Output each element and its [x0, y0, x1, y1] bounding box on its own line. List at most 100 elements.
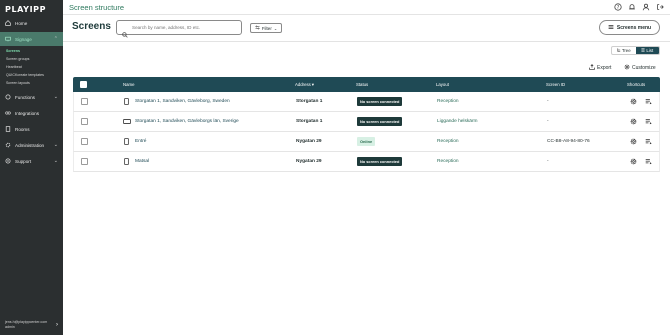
sidebar-item-label: Signage [15, 36, 32, 42]
row-checkbox[interactable] [81, 118, 88, 125]
playlist-icon[interactable] [645, 158, 652, 165]
gear-icon[interactable] [630, 118, 637, 125]
list-icon [641, 48, 645, 53]
tree-icon [617, 48, 621, 53]
column-header-address[interactable]: Address ▾ [295, 82, 314, 88]
screen-portrait-icon [124, 98, 129, 105]
playlist-icon[interactable] [645, 138, 652, 145]
export-label: Export [597, 65, 612, 71]
sidebar-subitem-screen-groups[interactable]: Screen groups [6, 56, 29, 62]
layout-link[interactable]: Reception [437, 99, 459, 104]
filter-label: Filter [261, 25, 272, 31]
home-icon [5, 20, 11, 26]
sort-indicator: ▾ [311, 81, 314, 87]
user-role: admin [5, 325, 15, 329]
chevron-down-icon: ⌄ [53, 158, 58, 164]
sidebar-subitem-screen-layouts[interactable]: Screen layouts [6, 80, 30, 86]
gear-icon[interactable] [630, 158, 637, 165]
search-box[interactable] [116, 20, 242, 38]
tree-view-button[interactable]: Tree [612, 47, 636, 54]
customize-label: Customize [632, 65, 656, 71]
sidebar-item-label: Support [15, 158, 32, 164]
gear-icon[interactable] [630, 138, 637, 145]
table-row[interactable]: Entré Nygatan 29 Online Reception CC-B8-… [73, 132, 660, 152]
table-row[interactable]: Storgatan 1, Sandviken, Gävleborg, Swede… [73, 92, 660, 112]
screen-name-link[interactable]: Matsal [135, 159, 149, 164]
menu-icon [608, 24, 614, 32]
user-icon[interactable] [642, 3, 650, 11]
sidebar-item-functions[interactable]: Functions ⌄ [0, 90, 63, 104]
gear-icon[interactable] [630, 98, 637, 105]
screen-address: Nygatan 29 [296, 139, 322, 144]
sidebar-item-support[interactable]: Support ⌄ [0, 154, 63, 168]
screen-name-link[interactable]: Storgatan 1, Sandviken, Gävleborg, Swede… [135, 99, 230, 104]
sidebar-item-label: Functions [15, 94, 35, 100]
screen-address: Storgatan 1 [296, 119, 323, 124]
table-row[interactable]: Storgatan 1, Sandviken, Gävleborgs län, … [73, 112, 660, 132]
screen-name-link[interactable]: Entré [135, 139, 146, 144]
sidebar-subitem-screens[interactable]: Screens [6, 48, 20, 54]
layout-link[interactable]: Liggande helskärm [437, 119, 478, 124]
screen-address: Storgatan 1 [296, 99, 323, 104]
rooms-icon [5, 126, 11, 132]
playipp-logo: PLAYIPP [5, 5, 47, 14]
screen-landscape-icon [123, 119, 131, 124]
playlist-icon[interactable] [645, 98, 652, 105]
sidebar-item-rooms[interactable]: Rooms [0, 122, 63, 136]
sidebar-item-label: Rooms [15, 126, 30, 132]
column-header-address-label: Address [295, 82, 311, 87]
sidebar-subitem-heartbeat[interactable]: Heartbeat [6, 64, 22, 70]
row-checkbox[interactable] [81, 158, 88, 165]
bell-icon[interactable] [628, 3, 636, 11]
screen-name-link[interactable]: Storgatan 1, Sandviken, Gävleborgs län, … [135, 119, 239, 124]
table-row[interactable]: Matsal Nygatan 29 No screen connected Re… [73, 152, 660, 172]
status-badge: Online [357, 137, 376, 146]
select-all-checkbox[interactable] [80, 81, 87, 88]
chevron-up-icon: ⌃ [53, 36, 58, 42]
column-header-layout[interactable]: Layout [436, 82, 449, 87]
chevron-down-icon: ⌄ [53, 94, 58, 100]
view-toggle: Tree List [611, 46, 660, 55]
export-button[interactable]: Export [589, 64, 611, 72]
column-header-status[interactable]: Status [356, 82, 368, 87]
support-icon [5, 158, 11, 164]
sidebar-subitem-quickcreate-templates[interactable]: QUICKcreate templates [6, 72, 44, 78]
logout-icon[interactable] [656, 3, 664, 11]
column-header-shortcuts: Shortcuts [627, 82, 646, 87]
playlist-icon[interactable] [645, 118, 652, 125]
page-title: Screens [72, 21, 111, 32]
screen-portrait-icon [124, 158, 129, 165]
column-header-screen-id[interactable]: Screen ID [546, 82, 565, 87]
row-checkbox[interactable] [81, 98, 88, 105]
chevron-right-icon[interactable]: › [56, 322, 58, 328]
customize-button[interactable]: Customize [624, 64, 656, 72]
list-view-label: List [646, 48, 654, 53]
divider [63, 41, 670, 42]
page-breadcrumb-title: Screen structure [69, 3, 125, 12]
search-icon [122, 25, 128, 38]
row-checkbox[interactable] [81, 138, 88, 145]
user-account[interactable]: jens.h@playippcenter.com admin [5, 320, 53, 330]
sidebar-item-label: Administration [15, 142, 45, 148]
filter-button[interactable]: Filter ⌄ [250, 23, 282, 33]
filter-icon [255, 25, 260, 31]
layout-link[interactable]: Reception [437, 139, 459, 144]
screen-id: CC-B8-A8-94-80-76 [547, 139, 590, 144]
sidebar-item-home[interactable]: Home [0, 16, 63, 30]
layout-link[interactable]: Reception [437, 159, 459, 164]
screen-id: - [547, 119, 549, 124]
table-header: Name Address ▾ Status Layout Screen ID S… [73, 77, 660, 92]
column-header-name[interactable]: Name [123, 82, 134, 87]
top-bar: Screen structure ? [63, 0, 670, 15]
sidebar-item-signage[interactable]: Signage ⌃ [0, 32, 63, 46]
help-icon[interactable]: ? [614, 3, 622, 11]
list-view-button[interactable]: List [635, 47, 659, 54]
chevron-down-icon: ⌄ [53, 142, 58, 148]
screens-menu-button[interactable]: Screens menu [599, 20, 660, 35]
search-input[interactable] [132, 25, 232, 30]
screens-menu-label: Screens menu [616, 24, 652, 31]
administration-icon [5, 142, 11, 148]
sidebar-item-integrations[interactable]: Integrations [0, 106, 63, 120]
integrations-icon [5, 110, 11, 116]
sidebar-item-administration[interactable]: Administration ⌄ [0, 138, 63, 152]
